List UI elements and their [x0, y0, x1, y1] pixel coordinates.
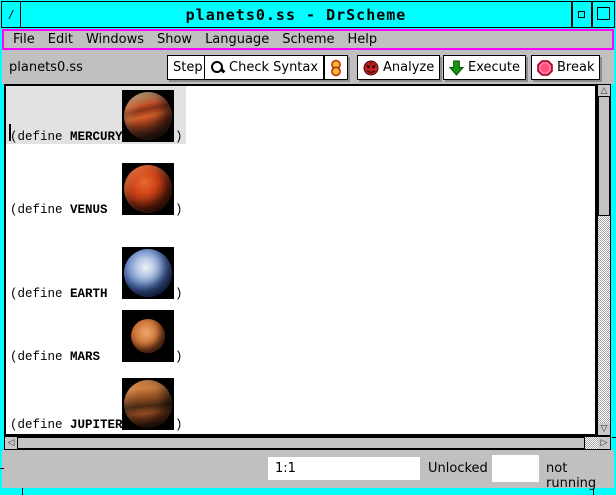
frame-resize-tick [612, 437, 616, 438]
execute-label: Execute [468, 60, 520, 75]
code-text: (define [10, 203, 71, 217]
planet-globe [124, 92, 172, 140]
identifier: MERCURY [70, 130, 123, 144]
planet-globe [124, 249, 172, 297]
horizontal-scrollbar-thumb[interactable] [17, 437, 585, 449]
scroll-left-arrow-icon[interactable]: ◁ [5, 437, 17, 449]
vertical-scrollbar-thumb[interactable] [598, 96, 610, 216]
planet-image-mars [122, 310, 174, 362]
step-button-label: Step [173, 60, 203, 75]
identifier: JUPITER [70, 418, 123, 432]
code-text: (define [10, 287, 71, 301]
identifier: EARTH [70, 287, 108, 301]
menu-help[interactable]: Help [348, 32, 378, 47]
analyze-button[interactable]: Analyze [357, 55, 441, 80]
close-paren: ) [175, 203, 183, 217]
break-label: Break [557, 60, 595, 75]
menu-edit[interactable]: Edit [48, 32, 73, 47]
check-syntax-label: Check Syntax [229, 60, 319, 75]
caret-position-field[interactable] [268, 457, 420, 480]
definition-line-venus: (define VENUS ) [6, 163, 266, 217]
library-button[interactable] [324, 55, 348, 80]
break-button[interactable]: Break [531, 55, 601, 80]
spider-face-icon [363, 60, 379, 76]
code-text: (define [10, 130, 71, 144]
code-text: (define [10, 418, 71, 432]
menu-windows[interactable]: Windows [86, 32, 144, 47]
definition-line-jupiter: (define JUPITER ) [6, 378, 266, 432]
filename-label: planets0.ss [9, 60, 83, 75]
magnifier-icon [210, 60, 225, 75]
execute-button[interactable]: Execute [443, 55, 526, 80]
close-paren: ) [175, 130, 183, 144]
titlebar[interactable]: / planets0.ss - DrScheme [1, 1, 615, 28]
minimize-button[interactable] [572, 2, 592, 27]
menu-scheme[interactable]: Scheme [282, 32, 334, 47]
window-menu-icon: / [8, 8, 15, 21]
run-status-label: not running [546, 461, 597, 491]
planet-image-mercury [122, 90, 174, 142]
maximize-button[interactable] [592, 2, 614, 27]
definition-line-earth: (define EARTH ) [6, 247, 266, 301]
drscheme-window: { "window": { "title": "planets0.ss - Dr… [0, 0, 616, 495]
check-syntax-button[interactable]: Check Syntax [204, 55, 325, 80]
identifier: VENUS [70, 203, 108, 217]
code-text: (define [10, 350, 71, 364]
identifier: MARS [70, 350, 101, 364]
step-button[interactable]: Step [167, 55, 209, 80]
yellow-eight-icon [329, 59, 343, 77]
minimize-icon [578, 11, 585, 18]
stop-octagon-icon [537, 59, 553, 76]
scroll-right-arrow-icon[interactable]: ▷ [598, 437, 610, 449]
planet-globe [124, 165, 172, 213]
frame-resize-tick [22, 488, 23, 495]
close-paren: ) [175, 287, 183, 301]
horizontal-scrollbar[interactable]: ◁ ▷ [4, 436, 611, 450]
planet-image-earth [122, 247, 174, 299]
menu-show[interactable]: Show [157, 32, 192, 47]
planet-globe [131, 319, 165, 353]
planet-image-venus [122, 163, 174, 215]
lock-status-toggle[interactable]: Unlocked [428, 461, 488, 476]
maximize-icon [597, 7, 610, 20]
close-paren: ) [175, 418, 183, 432]
content-frame: (define MERCURY ) (define VENUS ) (defin… [4, 84, 611, 450]
close-paren: ) [175, 350, 183, 364]
scroll-down-arrow-icon[interactable]: ▽ [598, 423, 610, 435]
definitions-editor[interactable]: (define MERCURY ) (define VENUS ) (defin… [4, 84, 597, 436]
frame-resize-tick [593, 488, 594, 495]
run-indicator-box [492, 455, 539, 482]
definition-line-mars: (define MARS ) [6, 310, 266, 364]
toolbar: planets0.ss Step Check Syntax Analyze Ex… [2, 50, 614, 84]
frame-resize-tick [0, 468, 4, 469]
vertical-scrollbar[interactable]: △ ▽ [597, 84, 611, 436]
menu-file[interactable]: File [13, 32, 35, 47]
planet-globe [124, 380, 172, 428]
green-down-arrow-icon [448, 60, 465, 76]
window-menu-button[interactable]: / [2, 2, 21, 27]
definition-line-mercury: (define MERCURY ) [6, 90, 266, 144]
statusbar: Unlocked not running [2, 450, 614, 491]
menubar: File Edit Windows Show Language Scheme H… [2, 29, 614, 50]
menu-language[interactable]: Language [205, 32, 269, 47]
analyze-label: Analyze [383, 60, 435, 75]
window-title: planets0.ss - DrScheme [21, 2, 572, 27]
planet-image-jupiter [122, 378, 174, 430]
